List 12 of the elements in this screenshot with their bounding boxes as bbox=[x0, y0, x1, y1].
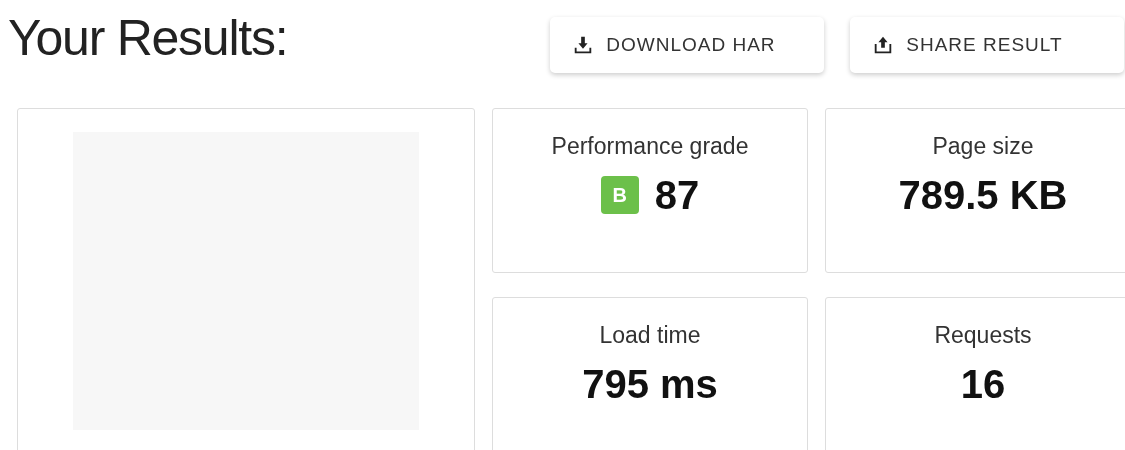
metric-label: Requests bbox=[934, 320, 1032, 350]
share-button[interactable]: SHARE RESULT bbox=[850, 17, 1125, 73]
page-heading: Your Results: bbox=[8, 9, 288, 68]
download-button[interactable]: DOWNLOAD HAR bbox=[550, 17, 825, 73]
metric-value: 87 bbox=[654, 172, 700, 219]
metric-value: 795 ms bbox=[582, 360, 718, 408]
metric-label: Load time bbox=[599, 320, 701, 350]
metric-value: 789.5 KB bbox=[898, 172, 1068, 219]
grade-badge: B bbox=[600, 176, 639, 214]
metric-label: Page size bbox=[932, 132, 1034, 161]
metric-label: Performance grade bbox=[551, 132, 749, 161]
metric-value: 16 bbox=[960, 360, 1006, 408]
